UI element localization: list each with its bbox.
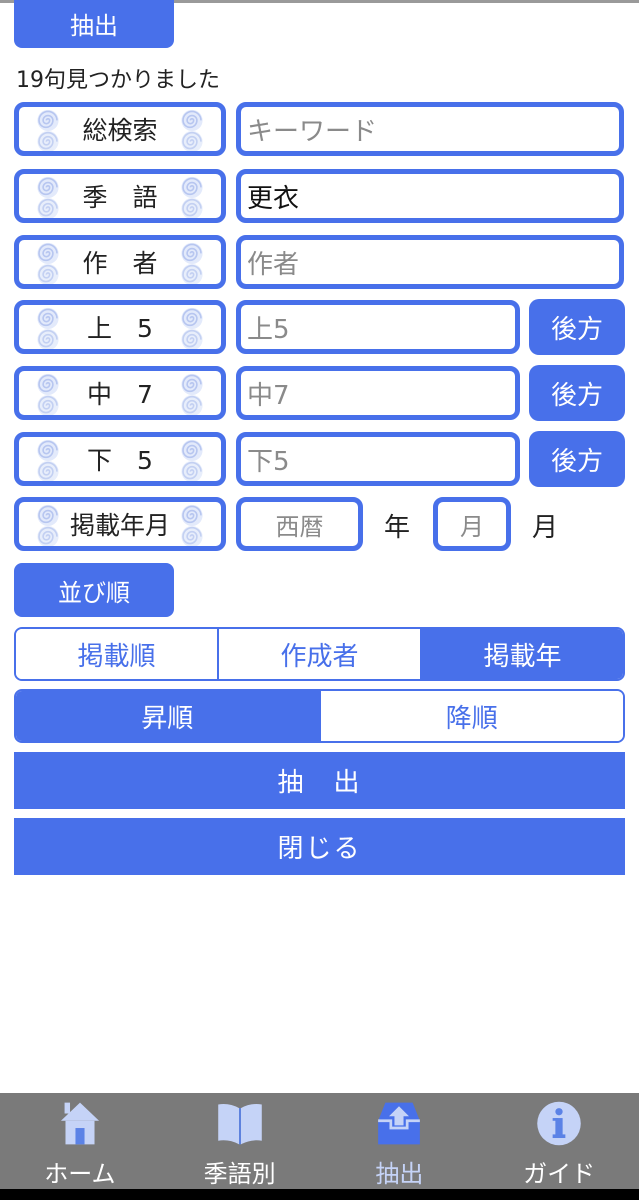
spiral-decoration-icon [180, 373, 204, 415]
label-text: 作 者 [82, 249, 158, 278]
kigo-value: 更衣 [247, 183, 300, 214]
home-icon [60, 1102, 99, 1145]
spiral-decoration-icon [36, 373, 60, 415]
author-input[interactable]: 作者 [236, 235, 624, 289]
author-placeholder: 作者 [247, 249, 300, 280]
extract-tray-icon [378, 1102, 421, 1145]
extract-section-button[interactable]: 抽出 [14, 0, 174, 48]
kami5-input[interactable]: 上5 [236, 300, 520, 354]
spiral-decoration-icon [36, 439, 60, 481]
tab-label: ホーム [44, 1160, 116, 1188]
close-button-label: 閉じる [277, 834, 362, 864]
sort-option-author[interactable]: 作成者 [217, 629, 420, 679]
label-naka7: 中 7 [14, 366, 226, 420]
spiral-decoration-icon [180, 176, 204, 218]
label-publish-date: 掲載年月 [14, 497, 226, 551]
label-text: 下 5 [87, 446, 153, 475]
label-author: 作 者 [14, 235, 226, 289]
year-unit: 年 [384, 513, 411, 543]
kami5-placeholder: 上5 [247, 314, 290, 345]
keyword-placeholder: キーワード [247, 116, 378, 147]
label-kigo: 季 語 [14, 169, 226, 223]
spiral-decoration-icon [36, 109, 60, 151]
extract-button-label: 抽 出 [277, 768, 362, 798]
shimo5-input[interactable]: 下5 [236, 432, 520, 486]
spiral-decoration-icon [36, 176, 60, 218]
sort-section-button[interactable]: 並び順 [14, 563, 174, 617]
sort-descending[interactable]: 降順 [318, 691, 623, 741]
sort-option-publish-year[interactable]: 掲載年 [420, 629, 623, 679]
naka7-suffix-button[interactable]: 後方 [529, 365, 625, 421]
tab-extract[interactable]: 抽出 [320, 1093, 480, 1189]
tab-guide[interactable]: ガイド [479, 1093, 639, 1189]
naka7-input[interactable]: 中7 [236, 366, 520, 420]
tab-label: 季語別 [203, 1160, 276, 1188]
sort-direction-segmented: 昇順 降順 [14, 689, 625, 743]
spiral-decoration-icon [36, 504, 60, 546]
keyword-input[interactable]: キーワード [236, 102, 624, 156]
year-input[interactable]: 西暦 [236, 497, 363, 551]
kami5-suffix-button[interactable]: 後方 [529, 299, 625, 355]
system-bottom-bar [0, 1189, 639, 1200]
result-count: 19句見つかりました [16, 68, 220, 93]
tab-home[interactable]: ホーム [0, 1093, 160, 1189]
sort-option-publish-order[interactable]: 掲載順 [16, 629, 217, 679]
spiral-decoration-icon [180, 504, 204, 546]
sort-ascending[interactable]: 昇順 [16, 691, 319, 741]
month-placeholder: 月 [460, 512, 484, 541]
month-unit: 月 [532, 513, 559, 543]
spiral-decoration-icon [36, 307, 60, 349]
year-placeholder: 西暦 [275, 512, 324, 541]
label-text: 季 語 [82, 183, 158, 212]
spiral-decoration-icon [36, 242, 60, 284]
spiral-decoration-icon [180, 439, 204, 481]
spiral-decoration-icon [180, 242, 204, 284]
kigo-input[interactable]: 更衣 [236, 169, 624, 223]
label-keyword: 総検索 [14, 102, 226, 156]
close-button[interactable]: 閉じる [14, 818, 625, 875]
suffix-button-label: 後方 [550, 446, 603, 477]
extract-button[interactable]: 抽 出 [14, 752, 625, 809]
spiral-decoration-icon [180, 109, 204, 151]
spiral-decoration-icon [180, 307, 204, 349]
shimo5-suffix-button[interactable]: 後方 [529, 431, 625, 487]
suffix-button-label: 後方 [550, 380, 603, 411]
tab-label: ガイド [523, 1160, 596, 1188]
label-text: 総検索 [82, 116, 158, 145]
month-input[interactable]: 月 [433, 497, 511, 551]
label-text: 中 7 [87, 380, 153, 409]
naka7-placeholder: 中7 [247, 380, 290, 411]
shimo5-placeholder: 下5 [247, 446, 290, 477]
tab-label: 抽出 [375, 1160, 424, 1188]
bottom-tab-bar: ホーム 季語別 抽出 ガイド [0, 1093, 639, 1189]
sort-order-segmented: 掲載順 作成者 掲載年 [14, 627, 625, 681]
suffix-button-label: 後方 [550, 314, 603, 345]
tab-kigo[interactable]: 季語別 [160, 1093, 320, 1189]
sort-section-label: 並び順 [58, 578, 130, 607]
extract-section-label: 抽出 [70, 11, 118, 40]
label-shimo5: 下 5 [14, 432, 226, 486]
label-text: 上 5 [87, 314, 153, 343]
info-icon [537, 1101, 581, 1146]
label-kami5: 上 5 [14, 300, 226, 354]
book-icon [217, 1103, 262, 1145]
label-text: 掲載年月 [69, 511, 170, 540]
